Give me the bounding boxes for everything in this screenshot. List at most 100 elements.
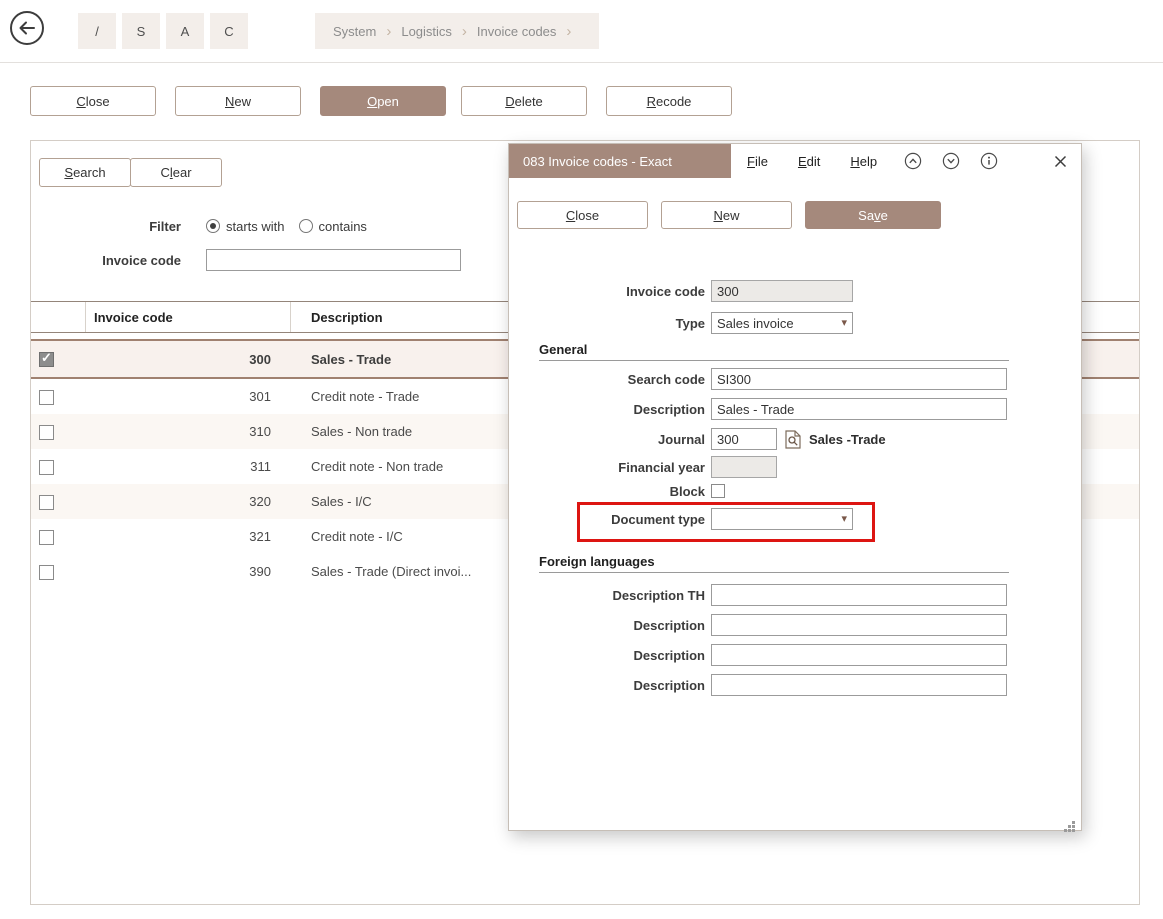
chevron-right-icon: › (566, 23, 571, 40)
section-divider (539, 360, 1009, 361)
journal-input[interactable] (711, 428, 777, 450)
field-journal: Journal Sales -Trade (509, 428, 1081, 450)
search-button[interactable]: Search (39, 158, 131, 187)
expand-icon[interactable] (942, 152, 960, 170)
invoice-code-filter-input[interactable] (206, 249, 461, 271)
tile-s[interactable]: S (122, 13, 160, 49)
browse-journal-icon[interactable] (785, 430, 801, 449)
search-code-input[interactable] (711, 368, 1007, 390)
chevron-right-icon: › (386, 23, 391, 40)
topbar: / S A C System › Logistics › Invoice cod… (0, 0, 1163, 62)
invoice-code-input (711, 280, 853, 302)
row-checkbox[interactable] (39, 495, 54, 510)
close-button[interactable]: Close (30, 86, 156, 116)
invoice-code-dialog: 083 Invoice codes - Exact File Edit Help… (508, 143, 1082, 831)
menu-help[interactable]: Help (850, 154, 877, 169)
row-checkbox[interactable] (39, 530, 54, 545)
radio-unselected-icon (299, 219, 313, 233)
dialog-save-button[interactable]: Save (805, 201, 941, 229)
description-th-input[interactable] (711, 584, 1007, 606)
filter-row: Filter starts with contains (31, 217, 367, 235)
row-code: 301 (86, 389, 291, 404)
row-code: 321 (86, 529, 291, 544)
journal-label: Journal (509, 432, 705, 447)
delete-button[interactable]: Delete (461, 86, 587, 116)
tile-c[interactable]: C (210, 13, 248, 49)
description-4-input[interactable] (711, 674, 1007, 696)
row-checkbox[interactable] (39, 460, 54, 475)
info-icon[interactable] (980, 152, 998, 170)
clear-button[interactable]: Clear (130, 158, 222, 187)
document-type-label: Document type (509, 512, 705, 527)
section-general: General (539, 342, 1009, 361)
row-checkbox[interactable] (39, 425, 54, 440)
toolbar: Close New Open Delete Recode (0, 86, 1163, 116)
type-select-value: Sales invoice (717, 316, 794, 331)
section-foreign-languages-title: Foreign languages (539, 554, 1009, 569)
description-th-label: Description TH (509, 588, 705, 603)
financial-year-input (711, 456, 777, 478)
dialog-titlebar[interactable]: 083 Invoice codes - Exact File Edit Help (509, 144, 1081, 178)
field-document-type: Document type ▾ (509, 508, 1081, 530)
radio-selected-icon (206, 219, 220, 233)
description-label: Description (509, 402, 705, 417)
row-checkbox[interactable] (39, 390, 54, 405)
type-label: Type (509, 316, 705, 331)
document-type-select[interactable]: ▾ (711, 508, 853, 530)
row-checkbox[interactable] (39, 565, 54, 580)
tile-slash[interactable]: / (78, 13, 116, 49)
field-type: Type Sales invoice ▾ (509, 312, 1081, 334)
row-code: 300 (86, 352, 291, 367)
dialog-new-button[interactable]: New (661, 201, 792, 229)
description-input[interactable] (711, 398, 1007, 420)
chevron-down-icon: ▾ (841, 512, 847, 525)
description-2-label: Description (509, 618, 705, 633)
dialog-close-button[interactable]: Close (517, 201, 648, 229)
row-code: 390 (86, 564, 291, 579)
radio-contains[interactable]: contains (299, 219, 367, 234)
new-button[interactable]: New (175, 86, 301, 116)
back-button[interactable] (8, 10, 46, 48)
breadcrumb-item-invoice-codes[interactable]: Invoice codes (477, 24, 557, 39)
menu-edit[interactable]: Edit (798, 154, 820, 169)
description-4-label: Description (509, 678, 705, 693)
field-description-2: Description (509, 614, 1081, 636)
dialog-title: 083 Invoice codes - Exact (509, 144, 731, 178)
field-block: Block (509, 483, 1081, 499)
breadcrumb-item-system[interactable]: System (333, 24, 376, 39)
open-button[interactable]: Open (320, 86, 446, 116)
block-checkbox[interactable] (711, 484, 725, 498)
recode-button[interactable]: Recode (606, 86, 732, 116)
journal-linked-name: Sales -Trade (809, 432, 886, 447)
radio-starts-with[interactable]: starts with (206, 219, 285, 234)
header-checkbox-column (31, 302, 86, 332)
breadcrumb: System › Logistics › Invoice codes › (315, 13, 599, 49)
invoice-code-filter-row: Invoice code (31, 249, 461, 271)
header-invoice-code[interactable]: Invoice code (86, 302, 291, 332)
search-code-label: Search code (509, 372, 705, 387)
collapse-icon[interactable] (904, 152, 922, 170)
description-2-input[interactable] (711, 614, 1007, 636)
description-3-label: Description (509, 648, 705, 663)
invoice-code-filter-label: Invoice code (31, 253, 181, 268)
chevron-right-icon: › (462, 23, 467, 40)
field-search-code: Search code (509, 368, 1081, 390)
field-financial-year: Financial year (509, 456, 1081, 478)
row-checkbox[interactable] (39, 352, 54, 367)
menu-file[interactable]: File (747, 154, 768, 169)
divider (0, 62, 1163, 63)
back-arrow-icon (9, 34, 45, 49)
resize-grip[interactable] (1072, 821, 1075, 824)
field-description: Description (509, 398, 1081, 420)
financial-year-label: Financial year (509, 460, 705, 475)
close-icon[interactable] (1054, 155, 1067, 168)
section-foreign-languages: Foreign languages (539, 554, 1009, 573)
tile-a[interactable]: A (166, 13, 204, 49)
row-code: 320 (86, 494, 291, 509)
field-description-th: Description TH (509, 584, 1081, 606)
field-description-4: Description (509, 674, 1081, 696)
row-code: 310 (86, 424, 291, 439)
type-select[interactable]: Sales invoice ▾ (711, 312, 853, 334)
breadcrumb-item-logistics[interactable]: Logistics (401, 24, 452, 39)
description-3-input[interactable] (711, 644, 1007, 666)
